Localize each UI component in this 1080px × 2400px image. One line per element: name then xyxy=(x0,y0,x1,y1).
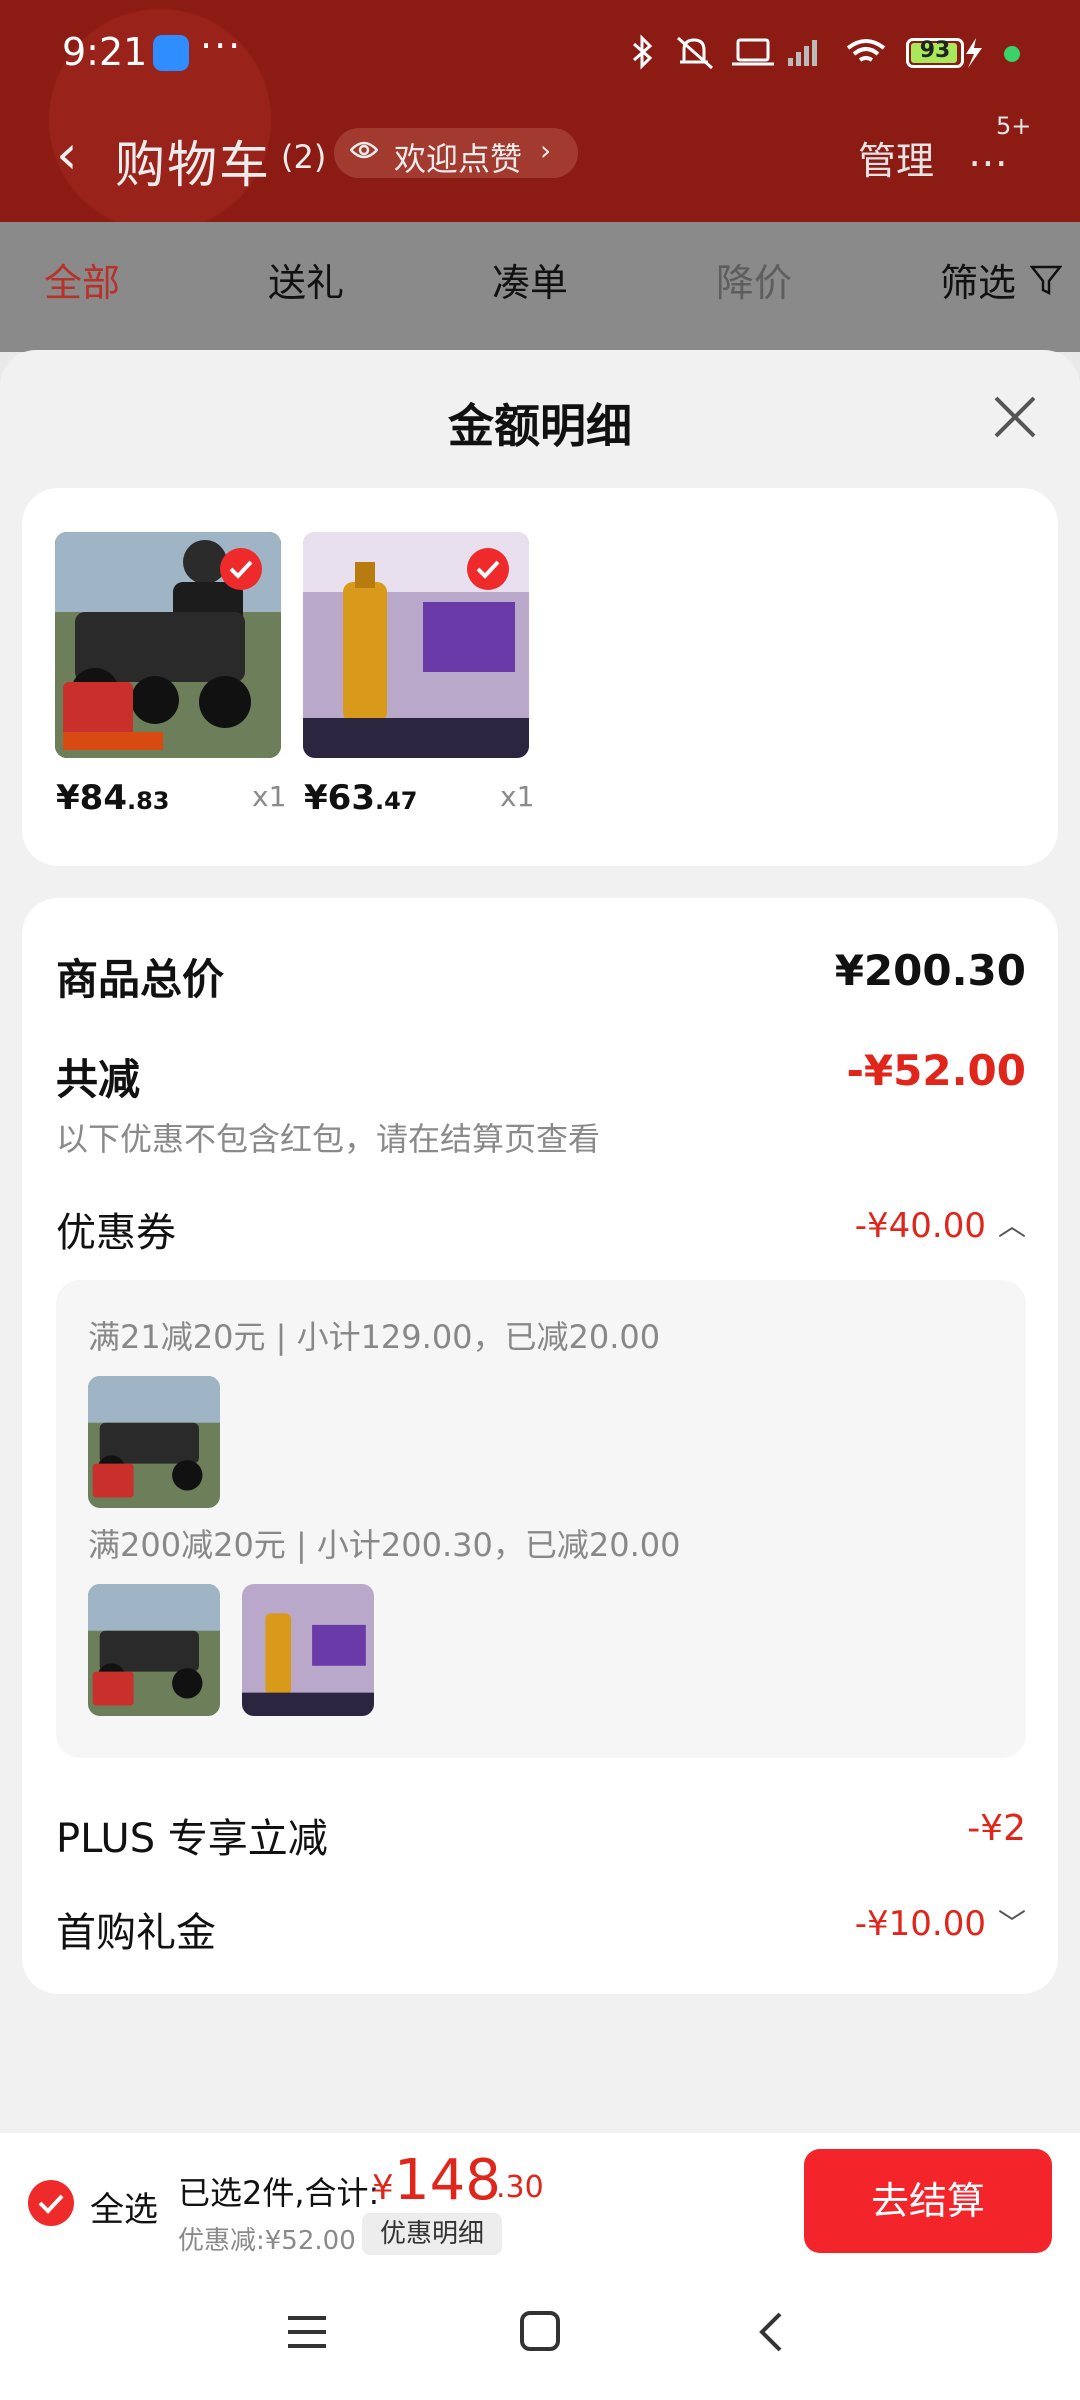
discount-detail-button[interactable]: 优惠明细 xyxy=(362,2213,503,2255)
bluetooth-icon xyxy=(633,34,653,70)
close-icon[interactable] xyxy=(990,392,1040,442)
eye-icon xyxy=(350,141,378,159)
back-icon[interactable] xyxy=(756,2310,786,2354)
checkout-button[interactable]: 去结算 xyxy=(804,2149,1052,2253)
coupon-label: 优惠券 xyxy=(56,1210,176,1256)
selected-check-icon-2[interactable] xyxy=(467,548,509,590)
tab-filter[interactable]: 筛选 xyxy=(940,252,1016,307)
status-dots: ··· xyxy=(200,24,243,68)
page-title: 购物车 xyxy=(115,136,271,194)
select-all-label[interactable]: 全选 xyxy=(90,2182,158,2231)
coupon-thumb-hair-oil xyxy=(242,1584,374,1716)
discount-summary: 优惠减:¥52.00 xyxy=(178,2226,356,2256)
plus-discount-value: -¥2 xyxy=(967,1808,1026,1849)
filter-tabs: 全部 送礼 凑单 降价 筛选 xyxy=(0,222,1080,352)
tab-all[interactable]: 全部 xyxy=(44,252,120,307)
menu-icon[interactable] xyxy=(286,2312,328,2352)
coupon-line-1: 满21减20元 | 小计129.00，已减20.00 xyxy=(88,1318,661,1356)
green-dot-indicator xyxy=(1004,46,1020,62)
first-purchase-value[interactable]: -¥10.00 xyxy=(855,1904,986,1944)
expand-chevron-icon[interactable]: ﹀ xyxy=(998,1902,1026,1942)
home-icon[interactable] xyxy=(519,2310,561,2352)
coupon-value[interactable]: -¥40.00 xyxy=(855,1206,986,1246)
product-qty-1: x1 xyxy=(252,780,287,813)
total-label: 商品总价 xyxy=(56,955,225,1004)
battery-indicator: 93 xyxy=(906,38,964,68)
product-qty-2: x1 xyxy=(500,780,535,813)
discount-note: 以下优惠不包含红包，请在结算页查看 xyxy=(56,1120,601,1158)
total-value: ¥200.30 xyxy=(834,946,1026,995)
total-currency: ¥ xyxy=(372,2168,394,2208)
select-all-check-icon[interactable] xyxy=(28,2180,74,2226)
blue-app-icon xyxy=(153,35,189,71)
total-integer: 148 xyxy=(394,2148,501,2213)
more-badge: 5+ xyxy=(996,112,1032,140)
coupon-thumb-truck xyxy=(88,1376,220,1508)
status-icons xyxy=(633,34,982,70)
pill-chevron-icon: › xyxy=(540,134,552,167)
status-time: 9:21 xyxy=(62,30,148,74)
sheet-title: 金额明细 xyxy=(448,399,632,453)
more-dots-icon[interactable]: ⋯ xyxy=(968,140,1008,186)
selected-check-icon[interactable] xyxy=(220,548,262,590)
back-chevron-icon[interactable]: ‹ xyxy=(56,123,78,186)
manage-button[interactable]: 管理 xyxy=(858,130,934,185)
charging-icon xyxy=(966,38,982,68)
coupon-line-2: 满200减20元 | 小计200.30，已减20.00 xyxy=(88,1526,681,1564)
filter-funnel-icon[interactable] xyxy=(1030,264,1062,296)
tab-gift[interactable]: 送礼 xyxy=(268,252,344,307)
tab-bundle[interactable]: 凑单 xyxy=(492,252,568,307)
laptop-icon xyxy=(736,38,770,62)
reduce-label: 共减 xyxy=(56,1055,141,1104)
cart-count: (2) xyxy=(281,138,327,176)
like-pill[interactable]: 欢迎点赞 › xyxy=(334,128,578,178)
reduce-value: -¥52.00 xyxy=(846,1046,1026,1095)
total-decimal: .30 xyxy=(496,2170,544,2205)
product-price-1: ¥84.83 xyxy=(56,778,170,818)
first-purchase-label: 首购礼金 xyxy=(56,1910,216,1956)
plus-discount-label: PLUS 专享立减 xyxy=(56,1816,328,1862)
like-pill-text: 欢迎点赞 xyxy=(394,140,523,178)
collapse-chevron-icon[interactable]: ︿ xyxy=(998,1204,1026,1244)
tab-price-drop[interactable]: 降价 xyxy=(716,252,792,307)
product-price-2: ¥63.47 xyxy=(304,778,418,818)
coupon-thumb-truck-2 xyxy=(88,1584,220,1716)
selected-summary: 已选2件,合计: xyxy=(178,2174,380,2212)
